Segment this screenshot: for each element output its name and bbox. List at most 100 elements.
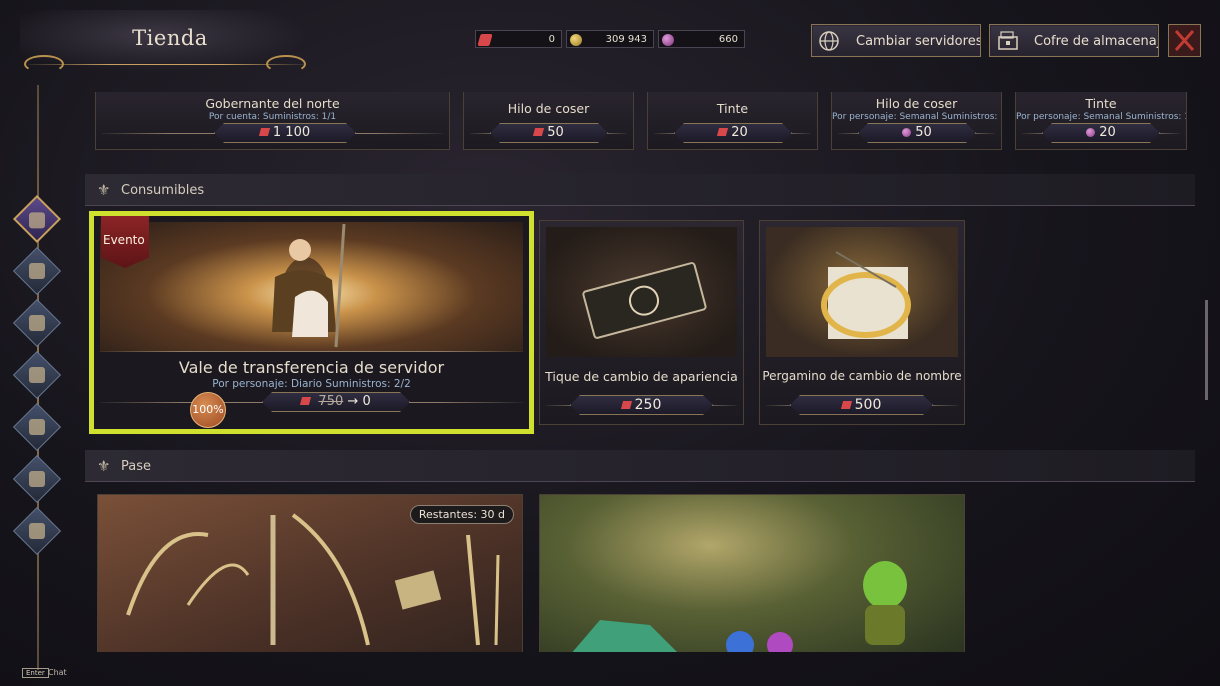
storage-chest-icon [996,30,1020,52]
price-button[interactable]: 1 100 [214,123,356,143]
close-icon [1174,29,1195,52]
price-button[interactable]: 20 [674,123,792,143]
price-button[interactable]: 20 [1042,123,1160,143]
price-value: 0 [362,394,371,409]
gem-balance-value: 660 [718,34,738,45]
ruby-icon [717,128,728,136]
name-change-scroll-image [766,227,958,357]
price-value: 50 [915,125,932,140]
product-title: Hilo de coser [875,96,958,111]
price-button[interactable]: 50 [858,123,976,143]
product-limit: Por personaje: Diario Suministros: 2/2 [212,378,411,390]
scrollbar[interactable] [1205,300,1208,400]
weapon-pass-card[interactable]: Restantes: 30 d [97,494,523,652]
ruby-icon [259,128,270,136]
ornament-right-icon [266,55,306,73]
ruby-balance: 0 [475,30,562,48]
section-title: Pase [121,459,151,474]
pet-pass-image [572,561,907,652]
ruby-balance-value: 0 [548,34,555,45]
section-title: Consumibles [121,183,205,198]
nav-item-mounts[interactable] [12,298,62,348]
fleur-icon: ⚜ [97,457,111,475]
section-header-consumables: ⚜ Consumibles [85,174,1195,206]
change-servers-label: Cambiar servidores [856,34,981,49]
event-badge: Evento [101,216,149,268]
gold-balance-value: 309 943 [605,34,647,45]
chest-icon [29,419,45,435]
product-title: Tique de cambio de apariencia [545,369,738,384]
section-header-pass: ⚜ Pase [85,450,1195,482]
product-limit: Por cuenta: Suministros: 1/1 [208,112,337,122]
nav-item-chests[interactable] [12,402,62,452]
nav-item-featured[interactable] [12,194,62,244]
price-button[interactable]: 250 [570,395,713,415]
product-title: Tinte [716,101,749,116]
price-value: 50 [547,125,564,140]
price-arrow: → [347,394,359,409]
product-title: Pergamino de cambio de nombre [762,369,962,383]
name-change-scroll-card[interactable]: Pergamino de cambio de nombre 500 [759,220,965,425]
title-divider [28,64,304,65]
saddle-icon [29,315,45,331]
price-value: 1 100 [272,125,311,140]
gem-balance: 660 [658,30,745,48]
purple-gem-icon [902,128,911,137]
product-title: Gobernante del norte [205,96,340,111]
close-button[interactable] [1168,24,1201,57]
product-title: Hilo de coser [507,101,590,116]
appearance-ticket-card[interactable]: Tique de cambio de apariencia 250 [539,220,744,425]
product-title: Vale de transferencia de servidor [178,358,445,377]
storage-chest-label: Cofre de almacenaje [1034,34,1159,49]
nav-item-consumables[interactable] [12,350,62,400]
fleur-icon: ⚜ [97,181,111,199]
pet-pass-card[interactable] [539,494,965,652]
gold-coin-icon [570,34,582,46]
product-card[interactable]: Tinte Por personaje: Semanal Suministros… [1015,92,1187,150]
ornament-left-icon [24,55,64,73]
chat-label[interactable]: Chat [48,668,67,677]
product-card[interactable]: Tinte 20 [647,92,818,150]
discount-badge: 100% [190,392,226,428]
product-title: Tinte [1085,96,1117,111]
price-button[interactable]: 500 [790,395,933,415]
page-title: Tienda [132,26,208,50]
product-card[interactable]: Hilo de coser 50 [463,92,634,150]
hat-icon [29,263,45,279]
divider [100,351,523,352]
gold-balance: 309 943 [566,30,654,48]
change-servers-button[interactable]: Cambiar servidores [811,24,981,57]
appearance-ticket-image [546,227,737,357]
helmet-icon [29,523,45,539]
ruby-icon [621,401,632,409]
ruby-icon [300,397,311,405]
product-card[interactable]: Gobernante del norte Por cuenta: Suminis… [95,92,450,150]
shop-featured-icon [29,212,45,229]
shop-content[interactable]: Gobernante del norte Por cuenta: Suminis… [85,92,1197,652]
old-price: 750 [318,394,344,409]
event-badge-label: Evento [103,233,145,247]
potion-icon [29,367,45,383]
nav-item-equipment[interactable] [12,506,62,556]
ruby-icon [841,401,852,409]
server-transfer-image [100,222,523,352]
nav-item-costumes[interactable] [12,246,62,296]
price-button[interactable]: 750 → 0 [262,392,410,412]
price-button[interactable]: 50 [490,123,608,143]
price-value: 250 [634,397,662,413]
product-card[interactable]: Hilo de coser Por personaje: Semanal Sum… [831,92,1002,150]
price-value: 20 [731,125,748,140]
price-value: 20 [1099,125,1116,140]
nav-item-currency[interactable] [12,454,62,504]
enter-key-hint: Enter [22,668,49,678]
coin-stack-icon [29,471,45,487]
product-limit: Por personaje: Semanal Suministros: 15/1 [832,112,1001,122]
server-transfer-card[interactable]: Evento Vale de transferencia de servidor… [89,211,534,434]
storage-chest-button[interactable]: Cofre de almacenaje [989,24,1159,57]
price-value: 500 [854,397,882,413]
remaining-time-badge: Restantes: 30 d [409,505,514,524]
ruby-icon [477,34,493,46]
purple-gem-icon [662,34,674,46]
product-limit: Por personaje: Semanal Suministros: 15/1 [1016,112,1186,122]
ruby-icon [533,128,544,136]
